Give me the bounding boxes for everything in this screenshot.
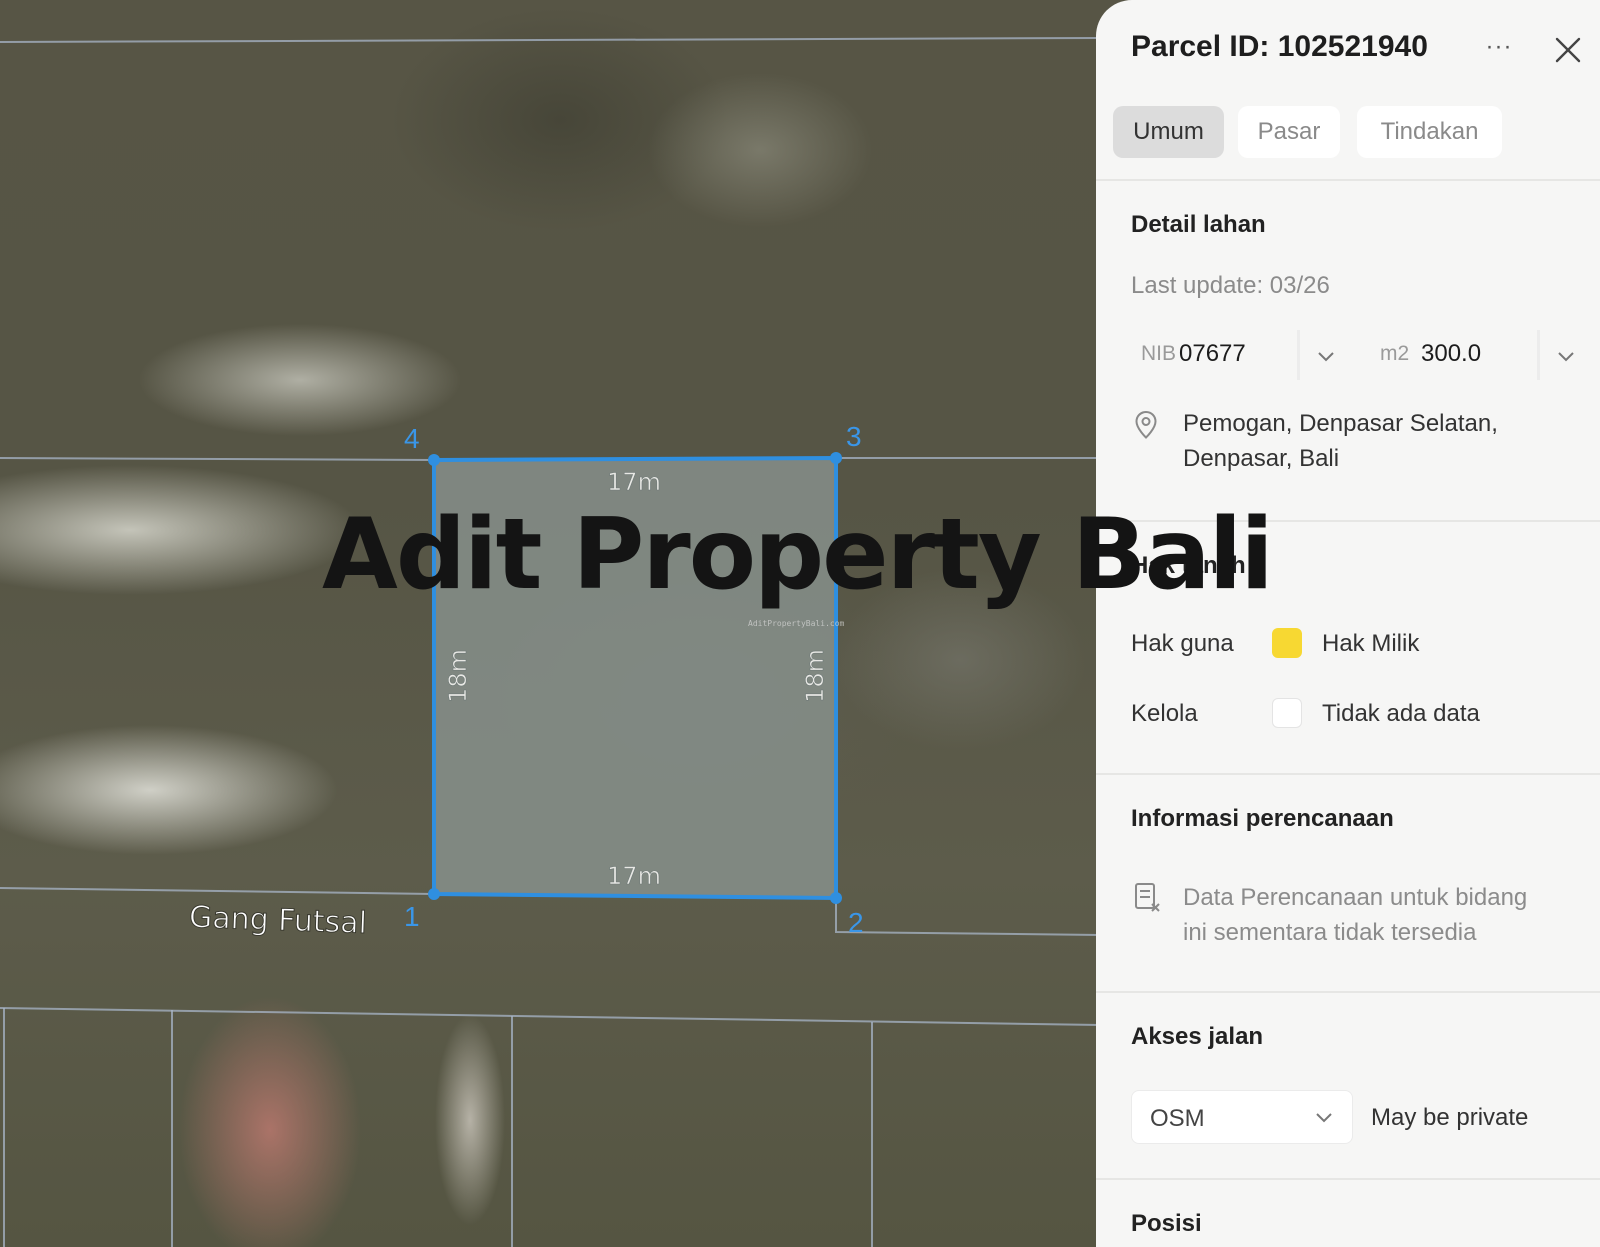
panel-title: Parcel ID: 102521940 (1131, 30, 1428, 63)
edge-length-right: 18m (801, 649, 829, 703)
management-value: Tidak ada data (1322, 700, 1480, 727)
road-source-value: OSM (1150, 1105, 1205, 1132)
area-unit-label: m2 (1380, 342, 1410, 365)
edge-length-top: 17m (607, 468, 661, 496)
usage-right-label: Hak guna (1131, 630, 1234, 657)
vertex-label-3: 3 (846, 421, 862, 452)
position-heading: Posisi (1131, 1210, 1202, 1237)
watermark-url: AditPropertyBali.com (748, 619, 845, 628)
divider (1297, 330, 1300, 380)
planning-message-line-1: Data Perencanaan untuk bidang (1183, 884, 1528, 911)
tab-pasar[interactable]: Pasar (1238, 106, 1340, 158)
edge-length-bottom: 17m (607, 862, 661, 890)
divider (1096, 1178, 1600, 1180)
road-source-select[interactable]: OSM (1131, 1090, 1353, 1144)
area-chevron-down-icon[interactable] (1556, 351, 1576, 363)
nib-chevron-down-icon[interactable] (1316, 351, 1336, 363)
nib-field[interactable]: NIB 07677 (1131, 330, 1381, 380)
nib-label: NIB (1141, 342, 1177, 365)
nib-value: 07677 (1179, 340, 1246, 367)
area-value: 300.0 (1421, 340, 1482, 367)
edge-length-left: 18m (444, 649, 472, 703)
divider (1096, 179, 1600, 181)
address-line-1: Pemogan, Denpasar Selatan, (1183, 410, 1498, 437)
usage-right-color-swatch (1272, 628, 1302, 658)
divider (1096, 991, 1600, 993)
vertex-label-2: 2 (848, 907, 864, 938)
usage-right-value: Hak Milik (1322, 630, 1420, 657)
land-detail-heading: Detail lahan (1131, 211, 1266, 238)
area-field[interactable]: m2 300.0 (1372, 330, 1532, 380)
planning-heading: Informasi perencanaan (1131, 805, 1394, 832)
close-icon[interactable] (1551, 33, 1585, 67)
management-label: Kelola (1131, 700, 1198, 727)
parcel-detail-panel: Parcel ID: 102521940 ··· Umum Pasar Tind… (1096, 0, 1600, 1247)
road-access-note: May be private (1371, 1104, 1529, 1131)
vertex-label-1: 1 (404, 901, 420, 932)
chevron-down-icon (1316, 1113, 1332, 1123)
tab-tindakan[interactable]: Tindakan (1357, 106, 1502, 158)
no-data-document-icon (1135, 883, 1160, 912)
address-line-2: Denpasar, Bali (1183, 445, 1340, 472)
last-update-text: Last update: 03/26 (1131, 272, 1330, 299)
more-options-icon[interactable]: ··· (1482, 32, 1516, 66)
divider (1096, 773, 1600, 775)
management-color-swatch (1272, 698, 1302, 728)
vertex-label-4: 4 (404, 423, 420, 454)
location-pin-icon (1135, 410, 1157, 439)
watermark-text: Adit Property Bali (322, 498, 1274, 612)
tab-umum[interactable]: Umum (1113, 106, 1224, 158)
road-label: Gang Futsal (188, 900, 367, 941)
planning-message-line-2: ini sementara tidak tersedia (1183, 919, 1477, 946)
divider (1537, 330, 1540, 380)
road-access-heading: Akses jalan (1131, 1023, 1264, 1050)
